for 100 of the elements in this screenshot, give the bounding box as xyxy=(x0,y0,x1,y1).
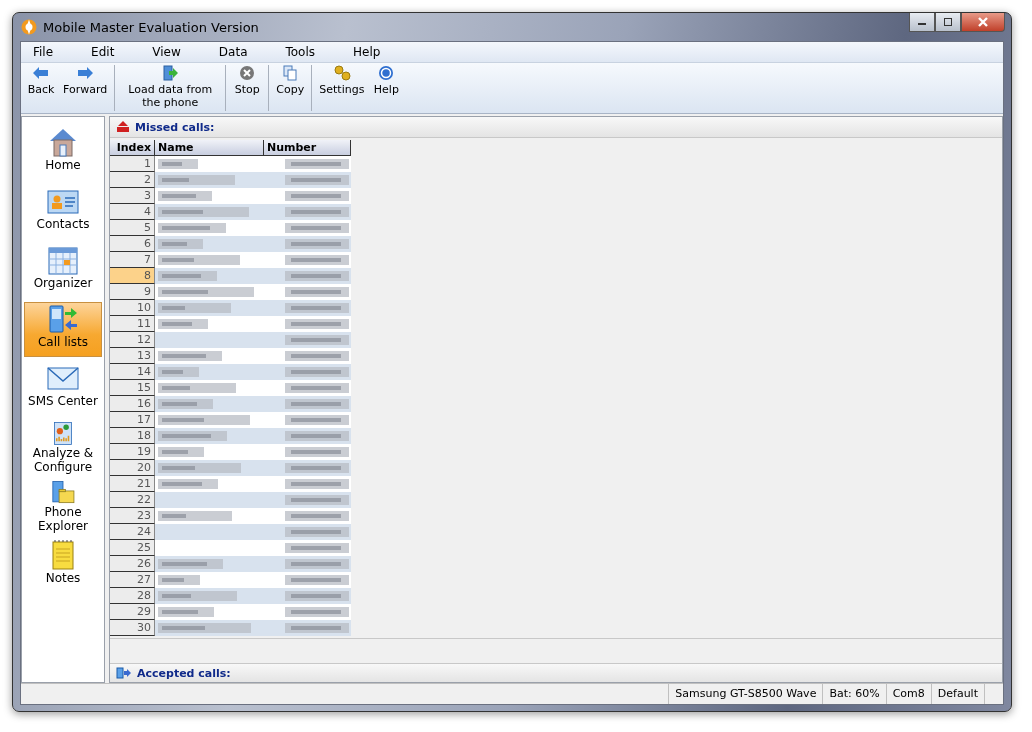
section-title: Accepted calls: xyxy=(137,666,231,680)
column-header[interactable]: Index xyxy=(110,140,155,156)
forward-button[interactable]: Forward xyxy=(59,63,112,113)
row-index[interactable]: 7 xyxy=(110,252,155,268)
blurred-number xyxy=(285,351,349,361)
missed-call-icon xyxy=(116,121,130,133)
row-index[interactable]: 26 xyxy=(110,556,155,572)
status-text: Com8 xyxy=(886,684,932,704)
row-index[interactable]: 21 xyxy=(110,476,155,492)
column-header[interactable]: Number xyxy=(264,140,351,156)
close-button[interactable] xyxy=(961,13,1005,32)
back-button[interactable]: Back xyxy=(23,63,59,113)
blurred-number xyxy=(285,191,349,201)
blurred-number xyxy=(285,159,349,169)
blurred-number xyxy=(285,447,349,457)
maximize-icon xyxy=(943,18,953,26)
menu-item[interactable]: View xyxy=(144,45,195,59)
row-index[interactable]: 8 xyxy=(110,268,155,284)
blurred-number xyxy=(285,527,349,537)
row-index[interactable]: 9 xyxy=(110,284,155,300)
row-index[interactable]: 2 xyxy=(110,172,155,188)
copy-icon xyxy=(281,65,300,81)
blurred-number xyxy=(285,591,349,601)
copy-button[interactable]: Copy xyxy=(272,63,309,113)
row-index[interactable]: 11 xyxy=(110,316,155,332)
status-text: Samsung GT-S8500 Wave xyxy=(669,684,824,704)
row-index[interactable]: 27 xyxy=(110,572,155,588)
row-index[interactable]: 4 xyxy=(110,204,155,220)
blurred-number xyxy=(285,479,349,489)
navigation-item[interactable]: Analyze & Configure xyxy=(24,420,102,475)
row-index[interactable]: 13 xyxy=(110,348,155,364)
blurred-number xyxy=(285,415,349,425)
row-index[interactable]: 16 xyxy=(110,396,155,412)
phone-arrow-icon xyxy=(161,65,180,81)
row-index[interactable]: 29 xyxy=(110,604,155,620)
blurred-number xyxy=(285,287,349,297)
minimize-button[interactable] xyxy=(909,13,935,32)
row-index[interactable]: 18 xyxy=(110,428,155,444)
stop-icon xyxy=(238,65,257,81)
row-index[interactable]: 30 xyxy=(110,620,155,636)
blurred-number xyxy=(285,463,349,473)
row-index[interactable]: 20 xyxy=(110,460,155,476)
maximize-button[interactable] xyxy=(935,13,961,32)
row-index[interactable]: 6 xyxy=(110,236,155,252)
app-logo-icon xyxy=(21,19,37,35)
blurred-number xyxy=(285,623,349,633)
section-title: Missed calls: xyxy=(135,120,215,134)
row-index[interactable]: 22 xyxy=(110,492,155,508)
calendar-icon xyxy=(47,244,79,276)
row-index[interactable]: 1 xyxy=(110,156,155,172)
blurred-number xyxy=(285,223,349,233)
row-index[interactable]: 14 xyxy=(110,364,155,380)
menu-item[interactable]: Edit xyxy=(83,45,129,59)
help-button[interactable]: Help xyxy=(368,63,405,113)
blurred-number xyxy=(285,399,349,409)
blurred-number xyxy=(285,431,349,441)
blurred-number xyxy=(285,271,349,281)
row-index[interactable]: 3 xyxy=(110,188,155,204)
gears-icon xyxy=(332,65,351,81)
row-index[interactable]: 25 xyxy=(110,540,155,556)
menu-item[interactable]: File xyxy=(25,45,68,59)
blurred-number xyxy=(285,559,349,569)
row-index[interactable]: 28 xyxy=(110,588,155,604)
menu-item[interactable]: Help xyxy=(345,45,395,59)
navigation-item[interactable]: Contacts xyxy=(24,184,102,239)
blurred-number xyxy=(285,239,349,249)
blurred-number xyxy=(285,335,349,345)
phone-arrows-icon xyxy=(47,303,79,335)
help-icon xyxy=(377,65,396,81)
navigation-item[interactable]: SMS Center xyxy=(24,361,102,416)
left-arrow-icon xyxy=(32,65,50,81)
phone-arrow-icon xyxy=(116,667,132,679)
column-header[interactable]: Name xyxy=(155,140,264,156)
navigation-item[interactable]: Organizer xyxy=(24,243,102,298)
menu-item[interactable]: Tools xyxy=(277,45,330,59)
blurred-number xyxy=(285,255,349,265)
blurred-number xyxy=(285,207,349,217)
blurred-number xyxy=(285,575,349,585)
stop-button[interactable]: Stop xyxy=(229,63,266,113)
navigation-item[interactable]: Home xyxy=(24,125,102,180)
row-index[interactable]: 24 xyxy=(110,524,155,540)
navigation-item[interactable]: Notes xyxy=(24,538,102,593)
blurred-number xyxy=(285,367,349,377)
menu-item[interactable]: Data xyxy=(210,45,262,59)
row-index[interactable]: 5 xyxy=(110,220,155,236)
blurred-number xyxy=(285,303,349,313)
row-index[interactable]: 23 xyxy=(110,508,155,524)
blurred-number xyxy=(285,175,349,185)
row-index[interactable]: 17 xyxy=(110,412,155,428)
row-index[interactable]: 12 xyxy=(110,332,155,348)
load-button[interactable]: Load data from the phone xyxy=(118,63,223,113)
right-arrow-icon xyxy=(76,65,95,81)
status-text: Bat: 60% xyxy=(823,684,887,704)
row-index[interactable]: 19 xyxy=(110,444,155,460)
navigation-item[interactable]: Call lists xyxy=(24,302,102,357)
blurred-number xyxy=(285,607,349,617)
row-index[interactable]: 15 xyxy=(110,380,155,396)
row-index[interactable]: 10 xyxy=(110,300,155,316)
navigation-item[interactable]: Phone Explorer xyxy=(24,479,102,534)
settings-button[interactable]: Settings xyxy=(315,63,369,113)
